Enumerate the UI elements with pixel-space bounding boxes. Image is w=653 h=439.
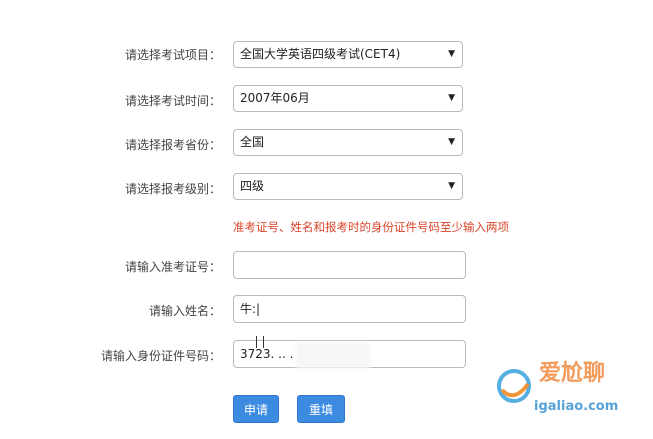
exam-item-label: 请选择考试项目： bbox=[124, 48, 221, 62]
reset-button[interactable]: 重填 bbox=[297, 395, 345, 423]
id-no-value: 3723. .. . bbox=[240, 347, 294, 361]
name-label: 请输入姓名： bbox=[148, 304, 221, 318]
exam-item-select[interactable]: 全国大学英语四级考试(CET4) ▼ bbox=[233, 41, 463, 68]
dropdown-arrow-icon: ▼ bbox=[448, 93, 455, 103]
level-select[interactable]: 四级 ▼ bbox=[233, 173, 463, 200]
province-label: 请选择报考省份： bbox=[124, 138, 221, 152]
exam-time-value: 2007年06月 bbox=[240, 91, 310, 105]
ticket-no-input[interactable] bbox=[233, 251, 466, 279]
exam-time-label: 请选择考试时间： bbox=[124, 94, 221, 108]
id-no-label: 请输入身份证件号码： bbox=[100, 349, 221, 363]
province-value: 全国 bbox=[240, 135, 265, 149]
dropdown-arrow-icon: ▼ bbox=[448, 181, 455, 191]
text-cursor-icon bbox=[256, 336, 264, 348]
watermark-title: 爱尬聊 bbox=[539, 360, 605, 386]
ticket-no-label: 请输入准考证号： bbox=[124, 260, 221, 274]
watermark-logo-icon: 爱尬聊 igaliao.com bbox=[497, 360, 618, 414]
name-input[interactable]: 牛:| bbox=[233, 295, 466, 323]
name-value: 牛:| bbox=[240, 302, 261, 316]
submit-button[interactable]: 申请 bbox=[233, 395, 279, 423]
province-select[interactable]: 全国 ▼ bbox=[233, 129, 463, 156]
watermark-url: igaliao.com bbox=[534, 399, 618, 414]
level-label: 请选择报考级别： bbox=[124, 182, 221, 196]
dropdown-arrow-icon: ▼ bbox=[448, 49, 455, 59]
dropdown-arrow-icon: ▼ bbox=[448, 137, 455, 147]
exam-time-select[interactable]: 2007年06月 ▼ bbox=[233, 85, 463, 112]
level-value: 四级 bbox=[240, 179, 265, 193]
exam-item-value: 全国大学英语四级考试(CET4) bbox=[240, 47, 401, 61]
input-requirement-notice: 准考证号、姓名和报考时的身份证件号码至少输入两项 bbox=[233, 220, 509, 234]
watermark-logo: 爱尬聊 igaliao.com bbox=[484, 348, 653, 435]
redacted-area bbox=[296, 343, 370, 369]
